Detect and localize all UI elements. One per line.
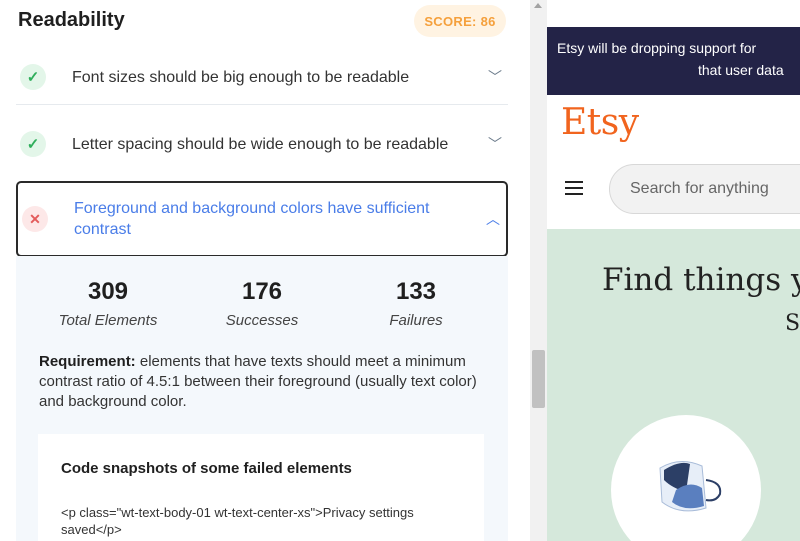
mobile-preview: Etsy will be dropping support for that u… — [547, 0, 800, 541]
check-font-size[interactable]: ✓ Font sizes should be big enough to be … — [16, 58, 508, 96]
panel-title: Readability — [18, 9, 125, 31]
hero-section: Find things y S — [547, 229, 800, 541]
stat-successes: 176 Successes — [192, 278, 332, 329]
stat-value: 309 — [87, 278, 129, 305]
scroll-up-arrow-icon[interactable] — [534, 3, 542, 8]
scrollbar[interactable] — [530, 0, 547, 541]
contrast-details: 309 Total Elements 176 Successes 133 Fai… — [16, 256, 508, 541]
stat-value: 133 — [395, 278, 437, 305]
check-letter-spacing[interactable]: ✓ Letter spacing should be wide enough t… — [16, 116, 508, 172]
requirement-label: Requirement: — [39, 353, 136, 370]
cross-icon: ✕ — [22, 206, 48, 232]
stat-label: Successes — [225, 312, 299, 329]
stat-value: 176 — [241, 278, 283, 305]
check-icon: ✓ — [20, 131, 46, 157]
hero-subtitle: S — [785, 311, 800, 336]
check-label: Letter spacing should be wide enough to … — [72, 135, 449, 153]
snapshots-title: Code snapshots of some failed elements — [61, 460, 352, 477]
snapshot-code: <p class="wt-text-body-01 wt-text-center… — [61, 505, 414, 537]
notice-banner: Etsy will be dropping support for that u… — [547, 27, 800, 95]
hero-title: Find things y — [602, 262, 800, 298]
check-color-contrast[interactable]: ✕ Foreground and background colors have … — [16, 181, 508, 257]
chevron-down-icon[interactable]: ﹀ — [488, 134, 502, 154]
requirement-text: Requirement: elements that have texts sh… — [39, 352, 479, 412]
check-icon: ✓ — [20, 64, 46, 90]
check-label: Font sizes should be big enough to be re… — [72, 68, 410, 86]
stat-label: Failures — [389, 312, 443, 329]
stat-total: 309 Total Elements — [38, 278, 178, 329]
stat-label: Total Elements — [58, 312, 158, 329]
score-badge: SCORE: 86 — [414, 5, 506, 37]
search-input[interactable]: Search for anything — [609, 164, 800, 214]
stat-failures: 133 Failures — [346, 278, 486, 329]
preview-top-bar — [547, 0, 800, 27]
face-mask-icon — [659, 461, 722, 512]
scrollbar-thumb[interactable] — [532, 350, 545, 408]
readability-panel: Readability SCORE: 86 ✓ Font sizes shoul… — [0, 0, 530, 541]
chevron-up-icon[interactable]: ︿ — [486, 209, 500, 229]
chevron-down-icon[interactable]: ﹀ — [488, 67, 502, 87]
banner-line-2: that user data — [698, 62, 784, 78]
banner-line-1: Etsy will be dropping support for — [557, 40, 757, 56]
check-label: Foreground and background colors have su… — [74, 200, 430, 238]
search-placeholder: Search for anything — [630, 180, 769, 197]
menu-icon[interactable] — [565, 181, 583, 195]
etsy-logo[interactable]: Etsy — [561, 102, 639, 143]
divider — [16, 104, 508, 105]
code-snapshots-card: Code snapshots of some failed elements <… — [38, 434, 484, 541]
